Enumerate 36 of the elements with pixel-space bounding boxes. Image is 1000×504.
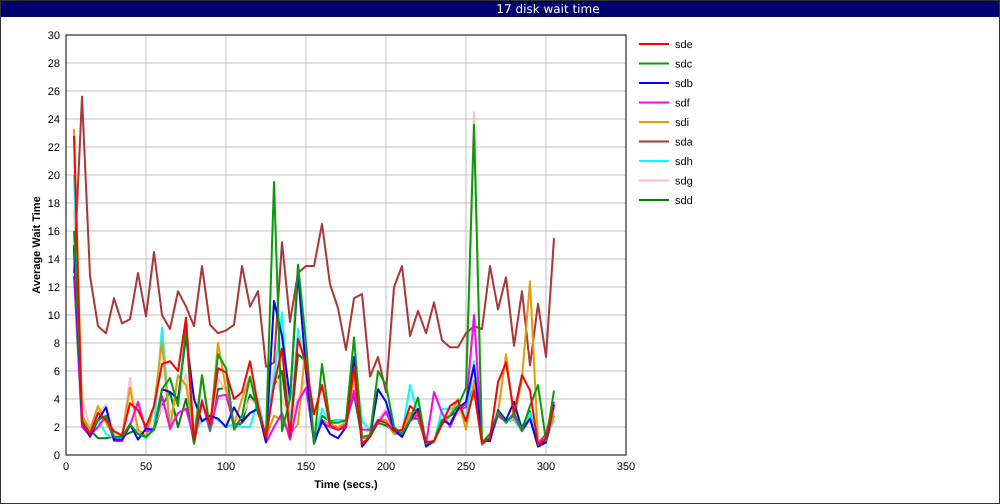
legend-label: sdc [675,58,692,70]
tick-label: 200 [376,461,396,473]
legend-label: sdb [675,78,693,90]
tick-label: 150 [296,461,316,473]
tick-label: 16 [48,226,60,238]
tick-label: 8 [54,338,60,350]
x-axis-title: Time (secs.) [314,479,378,491]
legend-label: sdg [675,176,693,188]
window-title: 17 disk wait time [496,2,600,16]
legend-label: sdh [675,156,693,168]
tick-label: 0 [54,450,60,462]
legend-label: sde [675,39,693,51]
tick-label: 4 [54,394,60,406]
tick-label: 18 [48,198,60,210]
tick-label: 20 [48,170,60,182]
tick-label: 12 [48,282,60,294]
legend-label: sdd [675,195,693,207]
tick-label: 26 [48,86,60,98]
tick-label: 22 [48,142,60,154]
tick-label: 24 [48,114,60,126]
tick-label: 2 [54,422,60,434]
legend-label: sdi [675,117,690,129]
tick-label: 10 [48,310,60,322]
tick-label: 30 [48,30,60,42]
tick-label: 28 [48,58,60,70]
tick-label: 14 [48,254,60,266]
y-axis-title: Average Wait Time [31,196,43,294]
tick-label: 300 [536,461,556,473]
tick-label: 50 [140,461,152,473]
legend-label: sdf [675,98,690,110]
tick-label: 100 [216,461,236,473]
tick-label: 350 [616,461,636,473]
tick-label: 250 [456,461,476,473]
tick-label: 0 [62,461,70,473]
legend-label: sda [675,136,693,148]
tick-label: 6 [54,366,60,378]
